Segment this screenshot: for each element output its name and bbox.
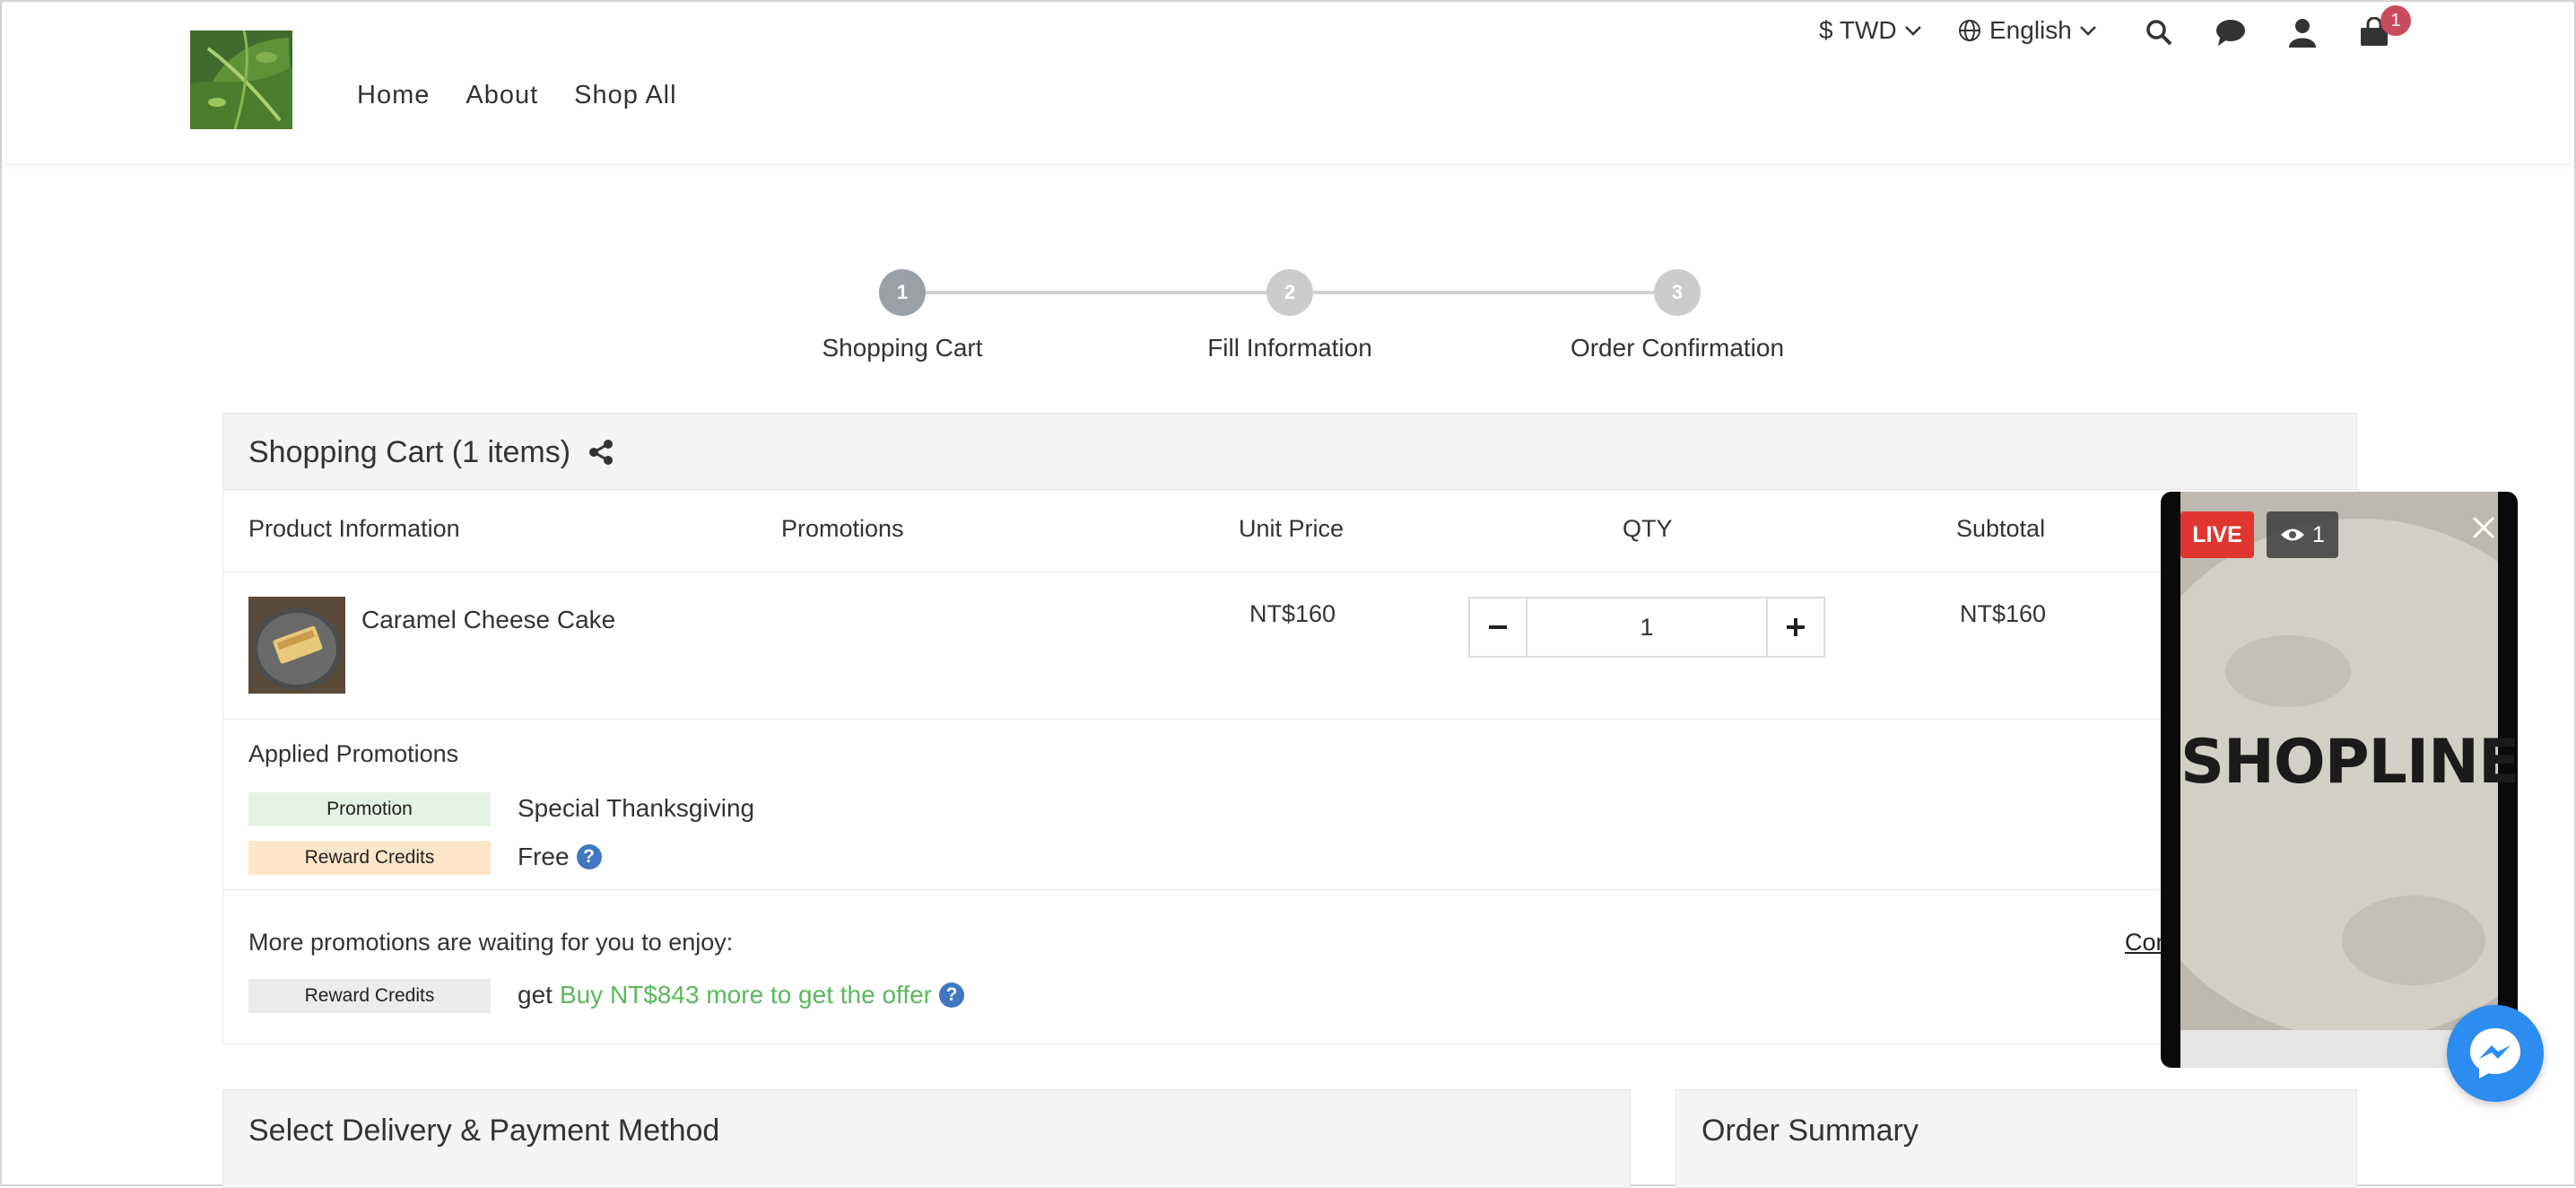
main-nav: Home About Shop All — [357, 81, 677, 110]
chat-icon[interactable] — [2212, 14, 2250, 50]
reward-free-text: Free — [518, 843, 570, 870]
language-selector[interactable]: English — [1957, 14, 2097, 47]
currency-label: $ TWD — [1819, 16, 1897, 44]
live-stream-widget[interactable]: SHOPLINE LIVE 1 — [2161, 492, 2518, 1068]
site-header: Home About Shop All $ TWD English 1 — [2, 2, 2574, 163]
viewer-count-value: 1 — [2312, 521, 2325, 547]
step-3-circle: 3 — [1654, 269, 1701, 316]
applied-promotions-label: Applied Promotions — [248, 740, 459, 767]
eye-icon — [2281, 528, 2305, 541]
account-icon[interactable] — [2284, 14, 2321, 50]
product-image[interactable] — [248, 597, 345, 694]
offer-prefix: get — [518, 981, 553, 1009]
unit-price: NT$160 — [1249, 600, 1336, 627]
divider — [223, 719, 2356, 720]
step-connector — [926, 291, 1290, 294]
help-icon[interactable]: ? — [939, 983, 964, 1008]
divider — [223, 889, 2356, 890]
subtotal-value: NT$160 — [1960, 600, 2047, 627]
promotion-tag: Promotion — [248, 792, 491, 826]
offer-link[interactable]: Buy NT$843 more to get the offer — [560, 981, 932, 1009]
close-icon[interactable] — [2471, 515, 2496, 540]
step-1-circle: 1 — [879, 269, 926, 316]
product-name[interactable]: Caramel Cheese Cake — [361, 606, 615, 634]
step-3-label: Order Confirmation — [1570, 334, 1785, 362]
promotion-name: Special Thanksgiving — [518, 794, 755, 822]
shopline-brand-text: SHOPLINE — [2180, 727, 2518, 798]
shopping-cart-panel: Shopping Cart (1 items) Product Informat… — [222, 413, 2357, 1044]
messenger-chat-button[interactable] — [2447, 1005, 2544, 1102]
col-promotions: Promotions — [781, 515, 904, 542]
nav-about[interactable]: About — [466, 81, 538, 110]
col-unit-price: Unit Price — [1239, 515, 1345, 542]
reward-credits-tag: Reward Credits — [248, 841, 491, 875]
col-subtotal: Subtotal — [1956, 515, 2046, 542]
reward-credits-value: Free ? — [518, 843, 602, 871]
order-summary-title: Order Summary — [1701, 1114, 1919, 1148]
col-product-info: Product Information — [248, 515, 460, 542]
cart-header: Shopping Cart (1 items) — [223, 414, 2356, 490]
share-icon[interactable] — [587, 439, 614, 466]
step-2-circle: 2 — [1266, 269, 1313, 316]
help-icon[interactable]: ? — [576, 844, 602, 869]
chevron-down-icon — [1904, 26, 1921, 36]
order-summary-panel: Order Summary — [1675, 1089, 2357, 1188]
delivery-payment-panel: Select Delivery & Payment Method — [222, 1089, 1631, 1188]
qty-decrease-button[interactable] — [1470, 598, 1527, 656]
delivery-payment-title: Select Delivery & Payment Method — [248, 1114, 720, 1148]
qty-input[interactable]: 1 — [1527, 598, 1766, 656]
chevron-down-icon — [2079, 26, 2096, 36]
messenger-icon — [2470, 1028, 2520, 1079]
store-logo[interactable] — [190, 31, 292, 129]
quantity-stepper: 1 — [1468, 597, 1825, 658]
minus-icon — [1489, 625, 1507, 629]
cart-title: Shopping Cart (1 items) — [248, 435, 571, 469]
viewer-count: 1 — [2267, 511, 2338, 558]
col-qty: QTY — [1623, 515, 1673, 542]
currency-selector[interactable]: $ TWD — [1819, 14, 1922, 47]
search-icon[interactable] — [2140, 14, 2178, 50]
qty-increase-button[interactable] — [1766, 598, 1823, 656]
live-badge: LIVE — [2180, 511, 2254, 558]
step-connector — [1313, 291, 1677, 294]
reward-credits-offer-tag: Reward Credits — [248, 979, 491, 1013]
plus-icon — [1787, 618, 1805, 636]
step-1-label: Shopping Cart — [822, 334, 983, 362]
more-promotions-label: More promotions are waiting for you to e… — [248, 929, 734, 956]
nav-home[interactable]: Home — [357, 81, 430, 110]
language-label: English — [1989, 16, 2072, 44]
cart-count-badge: 1 — [2380, 5, 2411, 36]
nav-shop-all[interactable]: Shop All — [574, 81, 676, 110]
reward-offer-text: get Buy NT$843 more to get the offer ? — [518, 981, 964, 1009]
globe-icon — [1959, 20, 1980, 41]
step-2-label: Fill Information — [1207, 334, 1372, 362]
